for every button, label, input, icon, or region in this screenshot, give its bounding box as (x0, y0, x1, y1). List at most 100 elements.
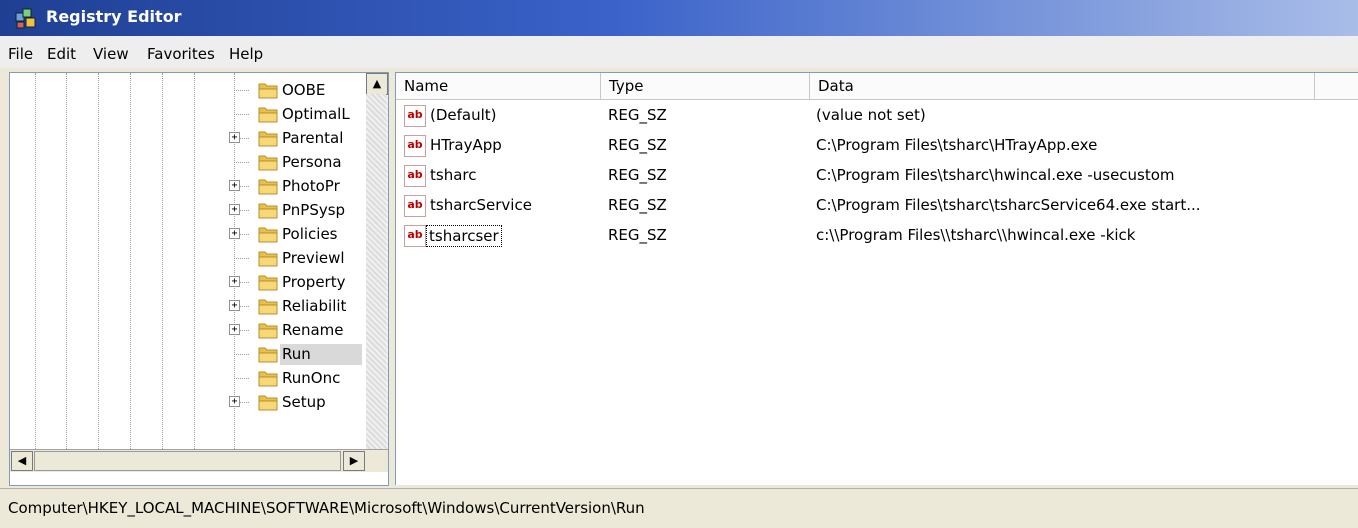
tree-horizontal-scroll-thumb[interactable] (34, 451, 341, 471)
tree-connector-line (234, 114, 249, 115)
expand-plus-icon[interactable]: + (229, 204, 240, 215)
tree-item[interactable]: + PnPSysp (10, 199, 366, 223)
expand-plus-icon[interactable]: + (229, 324, 240, 335)
tree-connector-line (234, 378, 249, 379)
tree-item-label: Policies (282, 225, 338, 243)
scroll-right-arrow-icon[interactable]: ▶ (343, 451, 365, 471)
folder-icon (258, 179, 278, 195)
folder-icon (258, 155, 278, 171)
value-row[interactable]: ab HTrayApp REG_SZ C:\Program Files\tsharc\… (396, 133, 1358, 163)
key-tree[interactable]: OOBE OptimalL + Parental Persona + PhotoPr + PnP… (9, 72, 389, 486)
tree-item[interactable]: + PhotoPr (10, 175, 366, 199)
values-list[interactable]: Name Type Data ab (Default) REG_SZ (value n… (395, 72, 1358, 485)
tree-item[interactable]: Run (10, 343, 366, 367)
menu-bar: File Edit View Favorites Help (0, 36, 1358, 69)
tree-item-label: Previewl (282, 249, 345, 267)
expand-plus-icon[interactable]: + (229, 300, 240, 311)
tree-item-label: Run (280, 344, 362, 365)
title-bar[interactable]: Registry Editor (0, 0, 1358, 36)
value-data: C:\Program Files\tsharc\HTrayApp.exe (816, 136, 1098, 154)
window-title: Registry Editor (46, 7, 182, 26)
string-value-icon: ab (404, 105, 426, 127)
folder-icon (258, 227, 278, 243)
value-data: C:\Program Files\tsharc\hwincal.exe -use… (816, 166, 1175, 184)
menu-view[interactable]: View (93, 45, 129, 63)
folder-icon (258, 83, 278, 99)
tree-item-label: Setup (282, 393, 326, 411)
tree-connector-line (234, 162, 249, 163)
tree-item-label: Persona (282, 153, 342, 171)
tree-connector-line (234, 90, 249, 91)
scroll-up-arrow-icon[interactable]: ▲ (366, 73, 388, 95)
folder-icon (258, 395, 278, 411)
menu-help[interactable]: Help (229, 45, 263, 63)
string-value-icon: ab (404, 135, 426, 157)
tree-item[interactable]: + Rename (10, 319, 366, 343)
column-header-type[interactable]: Type (601, 73, 810, 99)
tree-item-label: OptimalL (282, 105, 350, 123)
registry-editor-icon (15, 8, 36, 29)
tree-item-label: PnPSysp (282, 201, 346, 219)
folder-icon (258, 131, 278, 147)
folder-icon (258, 203, 278, 219)
value-name: tsharcService (430, 196, 532, 214)
folder-icon (258, 371, 278, 387)
expand-plus-icon[interactable]: + (229, 132, 240, 143)
menu-edit[interactable]: Edit (47, 45, 76, 63)
tree-vertical-scroll-track[interactable] (366, 94, 386, 449)
tree-item-label: OOBE (282, 81, 326, 99)
value-type: REG_SZ (608, 226, 667, 244)
tree-item-label: Reliabilit (282, 297, 347, 315)
value-row[interactable]: ab tsharcService REG_SZ C:\Program Files\ts… (396, 193, 1358, 223)
value-name: HTrayApp (430, 136, 502, 154)
value-data: c:\\Program Files\\tsharc\\hwincal.exe -… (816, 226, 1136, 244)
tree-item-label: Rename (282, 321, 344, 339)
folder-icon (258, 275, 278, 291)
tree-connector-line (234, 354, 249, 355)
menu-file[interactable]: File (8, 45, 33, 63)
tree-vertical-scrollbar[interactable]: ▲ (366, 73, 388, 449)
tree-item[interactable]: RunOnc (10, 367, 366, 391)
value-row[interactable]: ab tsharcser REG_SZ c:\\Program Files\\tsha… (396, 223, 1358, 253)
menu-favorites[interactable]: Favorites (147, 45, 215, 63)
value-row[interactable]: ab (Default) REG_SZ (value not set) (396, 103, 1358, 133)
folder-icon (258, 251, 278, 267)
tree-item[interactable]: OOBE (10, 79, 366, 103)
tree-horizontal-scrollbar[interactable]: ◀ ▶ (10, 449, 388, 472)
tree-item[interactable]: + Property (10, 271, 366, 295)
tree-item-label: RunOnc (282, 369, 341, 387)
tree-item-label: Property (282, 273, 346, 291)
value-name: tsharc (430, 166, 477, 184)
value-data: (value not set) (816, 106, 926, 124)
status-bar: Computer\HKEY_LOCAL_MACHINE\SOFTWARE\Mic… (0, 488, 1358, 528)
tree-item[interactable]: Previewl (10, 247, 366, 271)
value-type: REG_SZ (608, 196, 667, 214)
scroll-left-arrow-icon[interactable]: ◀ (11, 451, 33, 471)
value-row[interactable]: ab tsharc REG_SZ C:\Program Files\tsharc\hw… (396, 163, 1358, 193)
folder-icon (258, 323, 278, 339)
tree-item[interactable]: + Reliabilit (10, 295, 366, 319)
folder-icon (258, 299, 278, 315)
tree-item[interactable]: OptimalL (10, 103, 366, 127)
tree-item[interactable]: + Policies (10, 223, 366, 247)
string-value-icon: ab (404, 165, 426, 187)
column-header-data[interactable]: Data (810, 73, 1315, 99)
folder-icon (258, 347, 278, 363)
string-value-icon: ab (404, 225, 426, 247)
string-value-icon: ab (404, 195, 426, 217)
tree-item[interactable]: Persona (10, 151, 366, 175)
value-name: (Default) (430, 106, 497, 124)
expand-plus-icon[interactable]: + (229, 276, 240, 287)
tree-item-label: PhotoPr (282, 177, 340, 195)
expand-plus-icon[interactable]: + (229, 180, 240, 191)
tree-item[interactable]: + Parental (10, 127, 366, 151)
column-header-name[interactable]: Name (396, 73, 601, 99)
folder-icon (258, 107, 278, 123)
expand-plus-icon[interactable]: + (229, 396, 240, 407)
client-area: OOBE OptimalL + Parental Persona + PhotoPr + PnP… (0, 68, 1358, 488)
value-type: REG_SZ (608, 106, 667, 124)
tree-item[interactable]: + Setup (10, 391, 366, 415)
value-name: tsharcser (426, 225, 502, 247)
value-data: C:\Program Files\tsharc\tsharcService64.… (816, 196, 1201, 214)
expand-plus-icon[interactable]: + (229, 228, 240, 239)
